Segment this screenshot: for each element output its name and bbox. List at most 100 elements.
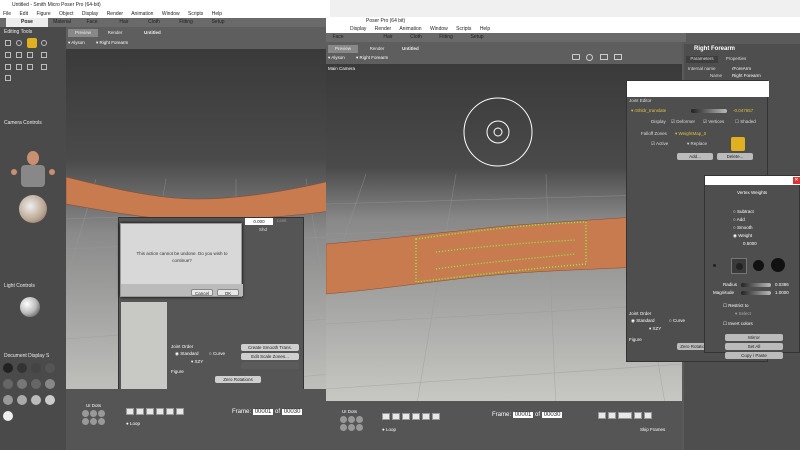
translate-tool-icon[interactable] [27,38,37,48]
morph-tool-icon[interactable] [41,52,47,58]
add-radio[interactable]: ○ Add [733,217,745,222]
ui-dot-3[interactable] [98,410,105,417]
magnitude-slider[interactable] [741,291,771,295]
direct-manip-icon[interactable] [5,64,11,70]
menu-figure[interactable]: Figure [36,11,50,17]
curve-radio[interactable]: ○ Curve [669,318,685,323]
right-ui-dot-6[interactable] [356,424,363,431]
ui-dot-6[interactable] [98,418,105,425]
invert-colors-checkbox[interactable]: ☐ Invert colors [723,321,753,327]
add-key-icon[interactable] [618,412,632,419]
menu-object[interactable]: Object [59,11,73,17]
right-room-tab-face[interactable]: Face [326,33,350,42]
right-ui-dot-4[interactable] [340,424,347,431]
room-tab-cloth[interactable]: Cloth [142,18,166,27]
display-style-hidden-line-icon[interactable] [45,363,55,373]
menu-window[interactable]: Window [162,11,180,17]
right-menu-window[interactable]: Window [430,26,448,32]
create-smooth-button[interactable]: Create Smooth Trans. [241,344,299,351]
display-style-texture-icon[interactable] [17,395,27,405]
taper-tool-icon[interactable] [27,52,33,58]
step-back-icon[interactable] [136,408,144,415]
left-frame-current[interactable]: 00001 [252,409,274,415]
right-go-to-end-icon[interactable] [432,413,440,420]
right-ui-dot-3[interactable] [356,416,363,423]
display-style-sketch-icon[interactable] [45,395,55,405]
display-style-lit-wire-icon[interactable] [3,379,13,389]
restrict-to-checkbox[interactable]: ☐ Restrict to [723,303,749,309]
set-all-button[interactable]: Set All [725,343,783,350]
behind-curve-radio[interactable]: ○ Curve [209,351,225,356]
behind-value-field[interactable]: 0.000 [245,218,273,225]
next-key-icon[interactable] [608,412,616,419]
go-to-end-icon[interactable] [176,408,184,415]
camera-trackball-icon[interactable] [19,195,47,223]
right-room-tab-fitting[interactable]: Fitting [432,33,460,42]
right-frame-total[interactable]: 00030 [541,412,563,418]
display-style-wireframe-icon[interactable] [31,363,41,373]
camera-controls-widget[interactable] [9,135,57,233]
display-style-outline-icon[interactable] [17,363,27,373]
joint-param-slider[interactable] [691,109,727,113]
edit-scale-zones-button[interactable]: Edit Scale Zones... [241,353,299,360]
select-tool-icon[interactable] [5,40,11,46]
replace-selector[interactable]: ▾ Replace [687,141,707,147]
weight-radio[interactable]: ◉ Weight [733,233,752,239]
right-step-forward-icon[interactable] [422,413,430,420]
left-figure-selector[interactable]: ▾ Alyson [68,39,85,47]
right-menu-display[interactable]: Display [350,26,366,32]
right-figure-selector[interactable]: ▾ Alyson [328,55,345,61]
camera-settings-icon[interactable] [586,54,593,61]
mirror-button[interactable]: Mirror [725,334,783,341]
vertices-checkbox[interactable]: ☑ Vertices [703,119,724,125]
behind-zero-rotations-button[interactable]: Zero Rotations [215,376,261,383]
brush-preset-tiny-icon[interactable] [713,264,716,267]
paint-brush-icon[interactable] [731,137,745,151]
display-style-cartoon-icon[interactable] [45,379,55,389]
scale-tool-icon[interactable] [16,52,22,58]
camera-left-hand-icon[interactable] [11,169,17,175]
right-ui-dot-5[interactable] [348,424,355,431]
morph-brush-icon[interactable] [5,75,11,81]
room-tab-face[interactable]: Face [80,18,104,27]
deformer-checkbox[interactable]: ☑ Deformer [671,119,695,125]
right-stop-icon[interactable] [402,413,410,420]
camera-grid-icon[interactable] [614,54,622,60]
right-menu-render[interactable]: Render [375,26,391,32]
camera-view-icon[interactable] [600,54,608,60]
room-tab-setup[interactable]: Setup [205,18,231,27]
right-ui-dot-1[interactable] [340,416,347,423]
right-menu-scripts[interactable]: Scripts [456,26,471,32]
behind-standard-radio[interactable]: ◉ Standard [175,351,198,357]
display-style-smooth-lined-icon[interactable] [31,395,41,405]
edit-keys-icon[interactable] [644,412,652,419]
menu-help[interactable]: Help [212,11,222,17]
light-sphere-icon[interactable] [20,297,40,317]
go-to-start-icon[interactable] [126,408,134,415]
standard-radio[interactable]: ◉ Standard [631,318,654,324]
display-style-smooth-icon[interactable] [3,395,13,405]
step-forward-icon[interactable] [166,408,174,415]
behind-xzy-select[interactable]: ▾ XZY [191,359,203,365]
rotate-tool-icon[interactable] [41,40,47,46]
right-menu-help[interactable]: Help [480,26,490,32]
radius-slider[interactable] [741,283,771,287]
select-dropdown[interactable]: ▾ Select [735,311,751,317]
delete-zone-button[interactable]: Delete... [717,153,753,160]
room-tab-material[interactable]: Material [50,18,74,27]
grouping-tool-icon[interactable] [27,64,33,70]
cancel-button[interactable]: Cancel [191,289,213,296]
brush-preset-medium-icon[interactable] [753,260,764,271]
ok-button[interactable]: OK [217,289,239,296]
subtract-radio[interactable]: ○ Subtract [733,209,754,214]
params-tab-properties[interactable]: Properties [720,56,752,63]
right-frame-current[interactable]: 00001 [512,412,534,418]
weight-value[interactable]: 0.5000 [743,241,757,246]
menu-edit[interactable]: Edit [19,11,28,17]
menu-scripts[interactable]: Scripts [188,11,203,17]
view-magnifier-icon[interactable] [41,64,47,70]
display-style-comic-icon[interactable] [3,411,13,421]
close-icon[interactable]: ✕ [793,177,800,184]
ui-dot-2[interactable] [90,410,97,417]
camera-render-icon[interactable] [572,54,580,60]
